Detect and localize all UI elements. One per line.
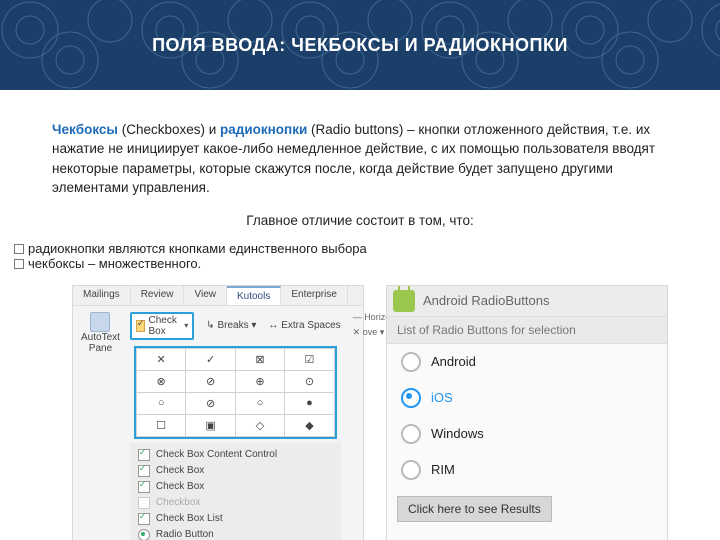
illustrations-row: Mailings Review View Kutools Enterprise …	[72, 285, 668, 540]
page-title: ПОЛЯ ВВОДА: ЧЕКБОКСЫ И РАДИОКНОПКИ	[152, 33, 568, 57]
autotext-pane-button[interactable]: AutoText Pane	[77, 310, 124, 356]
radio-icon	[401, 388, 421, 408]
android-radio-screenshot: Android RadioButtons List of Radio Butto…	[386, 285, 668, 540]
android-title: Android RadioButtons	[423, 293, 549, 308]
autotext-icon	[90, 312, 110, 332]
bullet-item: радиокнопки являются кнопками единственн…	[14, 241, 668, 256]
tab-view[interactable]: View	[184, 286, 227, 305]
tab-enterprise[interactable]: Enterprise	[281, 286, 348, 305]
checkbox-dropdown[interactable]: Check Box ▾	[130, 312, 194, 340]
tab-kutools[interactable]: Kutools	[227, 286, 281, 305]
lead-line: Главное отличие состоит в том, что:	[52, 211, 668, 231]
radio-icon	[401, 352, 421, 372]
intro-paragraph: Чекбоксы (Checkboxes) и радиокнопки (Rad…	[52, 120, 668, 198]
android-header: Android RadioButtons	[387, 286, 667, 317]
grid-cell[interactable]: ☐	[136, 414, 185, 436]
radio-icon	[401, 460, 421, 480]
content: Чекбоксы (Checkboxes) и радиокнопки (Rad…	[0, 90, 720, 540]
grid-cell[interactable]: ▣	[186, 414, 235, 436]
grid-cell[interactable]: ⊗	[136, 370, 185, 392]
extra-spaces-option[interactable]: ↔ Extra Spaces	[262, 318, 340, 333]
checkbox-style-grid: ✕✓⊠☑ ⊗⊘⊕⊙ ○⊘○● ☐▣◇◆	[134, 346, 337, 439]
radio-option-android[interactable]: Android	[387, 344, 667, 380]
breaks-option[interactable]: ↳ Breaks ▾	[200, 318, 256, 333]
grid-cell[interactable]: ⊘	[186, 392, 235, 414]
grid-cell[interactable]: ✓	[186, 348, 235, 370]
tab-mailings[interactable]: Mailings	[73, 286, 131, 305]
radio-icon	[401, 424, 421, 444]
list-item[interactable]: Checkbox	[130, 495, 341, 511]
checkbox-type-list: Check Box Content Control Check Box Chec…	[130, 443, 341, 540]
tab-review[interactable]: Review	[131, 286, 185, 305]
android-subtitle: List of Radio Buttons for selection	[387, 317, 667, 344]
grid-cell[interactable]: ⊠	[235, 348, 284, 370]
radio-option-windows[interactable]: Windows	[387, 416, 667, 452]
grid-cell[interactable]: ○	[235, 392, 284, 414]
radio-option-rim[interactable]: RIM	[387, 452, 667, 488]
grid-cell[interactable]: ◆	[285, 414, 334, 436]
radio-icon	[138, 529, 150, 540]
chevron-down-icon: ▾	[184, 321, 188, 330]
grid-cell[interactable]: ○	[136, 392, 185, 414]
grid-cell[interactable]: ⊘	[186, 370, 235, 392]
highlight-radiobuttons: радиокнопки	[220, 122, 307, 137]
grid-cell[interactable]: ☑	[285, 348, 334, 370]
bullet-list: радиокнопки являются кнопками единственн…	[14, 241, 668, 271]
grid-cell[interactable]: ✕	[136, 348, 185, 370]
list-item[interactable]: Check Box Content Control	[130, 447, 341, 463]
highlight-checkboxes: Чекбоксы	[52, 122, 118, 137]
list-item[interactable]: Radio Button	[130, 527, 341, 540]
radio-option-ios[interactable]: iOS	[387, 380, 667, 416]
list-item[interactable]: Check Box List	[130, 511, 341, 527]
list-item[interactable]: Check Box	[130, 463, 341, 479]
checkbox-icon	[136, 320, 145, 332]
bullet-item: чекбоксы – множественного.	[14, 256, 668, 271]
android-logo-icon	[393, 290, 415, 312]
word-tabs: Mailings Review View Kutools Enterprise	[73, 286, 363, 306]
grid-cell[interactable]: ◇	[235, 414, 284, 436]
grid-cell[interactable]: ⊕	[235, 370, 284, 392]
word-checkbox-screenshot: Mailings Review View Kutools Enterprise …	[72, 285, 364, 540]
word-ribbon: AutoText Pane Check Box ▾ ↳ Breaks ▾ ↔ E…	[73, 306, 363, 540]
list-item[interactable]: Check Box	[130, 479, 341, 495]
see-results-button[interactable]: Click here to see Results	[397, 496, 552, 522]
grid-cell[interactable]: ●	[285, 392, 334, 414]
title-band: ПОЛЯ ВВОДА: ЧЕКБОКСЫ И РАДИОКНОПКИ	[0, 0, 720, 90]
grid-cell[interactable]: ⊙	[285, 370, 334, 392]
